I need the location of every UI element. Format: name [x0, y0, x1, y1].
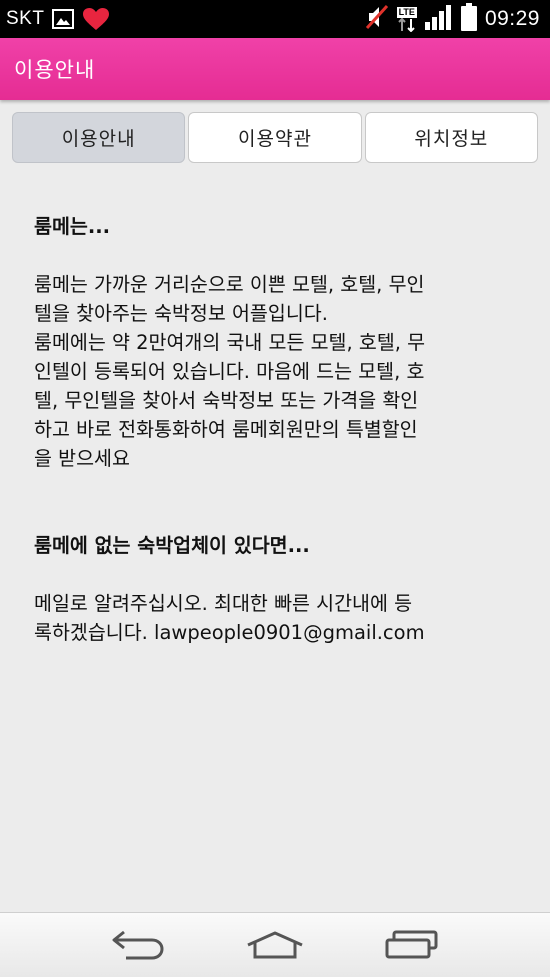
recent-apps-button[interactable] — [377, 920, 447, 970]
section1-body: 룸메는 가까운 거리순으로 이쁜 모텔, 호텔, 무인 텔을 찾아주는 숙박정보… — [34, 273, 426, 470]
back-icon — [112, 930, 164, 960]
action-bar: 이용안내 — [0, 38, 550, 100]
section2-heading: 룸메에 없는 숙박업체이 있다면... — [34, 534, 310, 557]
signal-icon — [424, 4, 453, 35]
back-button[interactable] — [103, 920, 173, 970]
tab-usage-guide[interactable]: 이용안내 — [12, 112, 186, 163]
tab-bar: 이용안내 이용약관 위치정보 — [12, 112, 538, 164]
navigation-bar — [0, 912, 550, 977]
heart-icon — [82, 7, 110, 31]
home-button[interactable] — [240, 920, 310, 970]
battery-icon — [460, 2, 477, 36]
lte-icon: LTE — [396, 6, 417, 32]
home-icon — [247, 931, 303, 959]
network-label: LTE — [396, 6, 417, 18]
section1-heading: 룸메는... — [34, 215, 111, 238]
section2-body: 메일로 알려주십시오. 최대한 빠른 시간내에 등 록하겠습니다. lawpeo… — [34, 592, 425, 644]
tab-terms[interactable]: 이용약관 — [188, 112, 362, 163]
clock: 09:29 — [484, 7, 540, 30]
tab-label: 이용약관 — [238, 128, 312, 150]
tab-location-info[interactable]: 위치정보 — [364, 112, 538, 163]
mute-icon — [365, 4, 389, 35]
tab-label: 위치정보 — [414, 128, 489, 150]
status-bar: SKT LTE 09:29 — [0, 0, 550, 38]
page-title: 이용안내 — [14, 58, 96, 82]
recent-apps-icon — [385, 930, 438, 959]
image-icon — [52, 9, 75, 29]
content-area: 룸메는... 룸메는 가까운 거리순으로 이쁜 모텔, 호텔, 무인 텔을 찾아… — [34, 212, 514, 647]
tab-label: 이용안내 — [61, 128, 136, 150]
carrier-label: SKT — [6, 8, 45, 29]
